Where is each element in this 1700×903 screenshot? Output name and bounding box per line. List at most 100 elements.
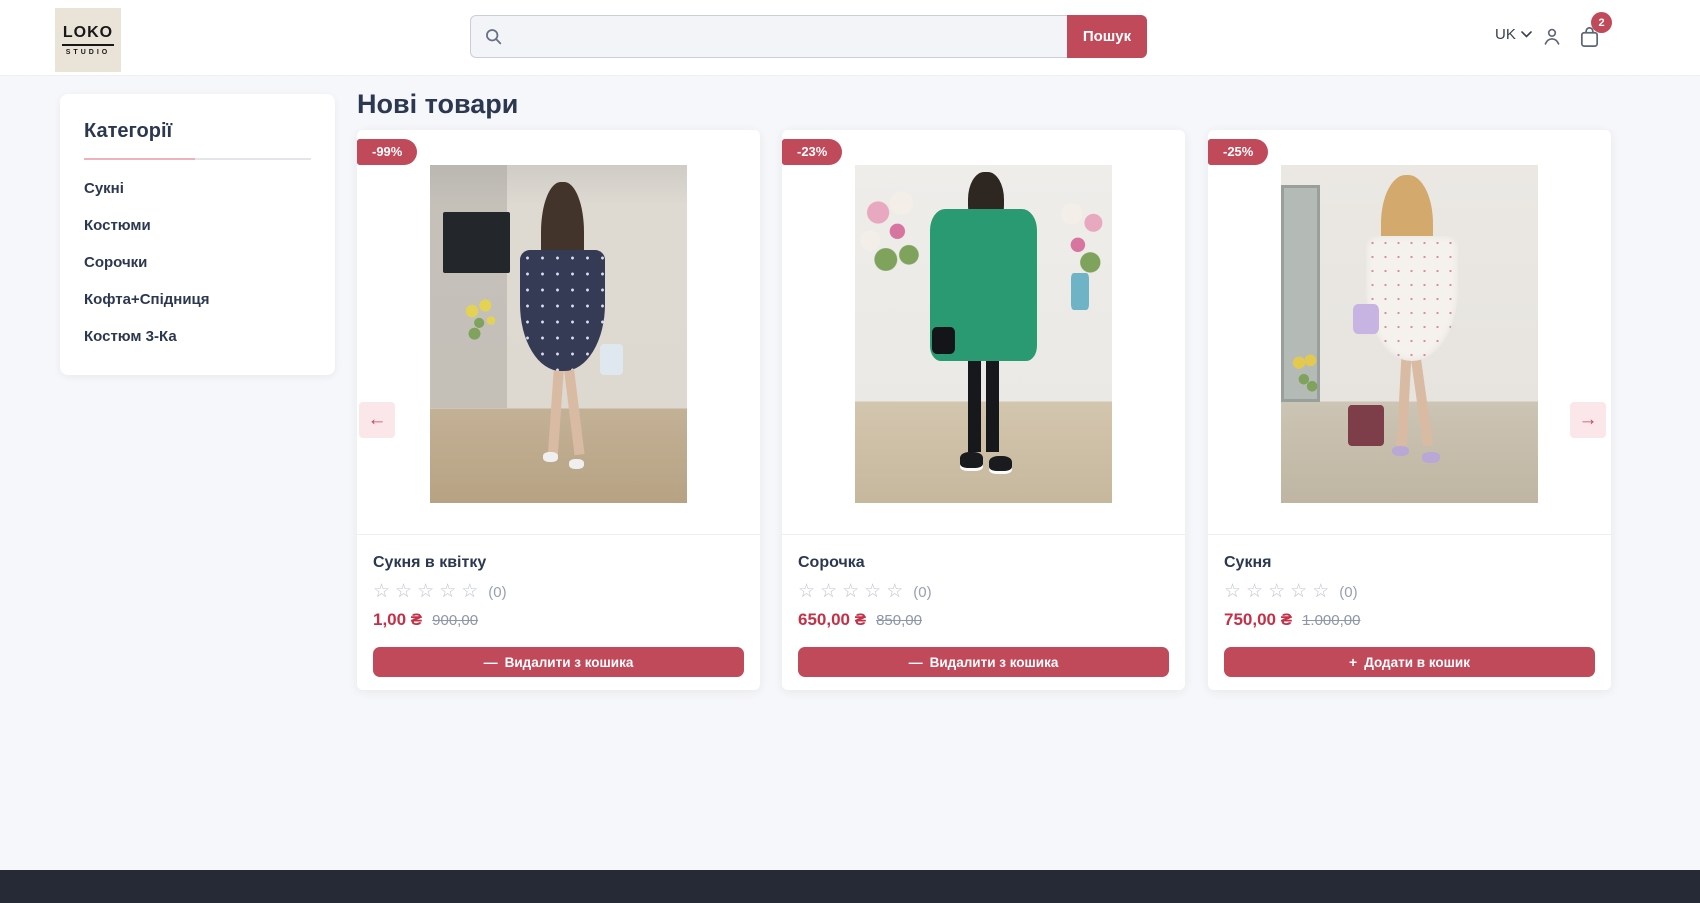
footer [0,870,1700,903]
star-icon[interactable]: ☆ [395,582,412,602]
sidebar-item-kofta-spidnytsia[interactable]: Кофта+Спідниця [84,292,311,308]
photo-shape [1422,452,1440,463]
cart-button-label: Видалити з кошика [930,655,1059,670]
product-card: -99% Сукня в квітку ☆ ☆ ☆ ☆ ☆ (0) 1,00 ₴… [357,130,760,690]
plus-icon: + [1349,655,1357,669]
photo-shape [569,459,584,469]
sidebar-item-sukni[interactable]: Сукні [84,181,311,197]
photo-shape [563,364,584,456]
star-icon[interactable]: ☆ [439,582,456,602]
logo-text: LOKO [62,24,114,46]
product-info: Сукня ☆ ☆ ☆ ☆ ☆ (0) 750,00 ₴ 1.000,00 [1224,550,1595,630]
carousel-prev-button[interactable]: ← [359,402,395,438]
product-card: -23% Сорочка ☆ ☆ ☆ ☆ ☆ (0) 650,00 ₴ 850,… [782,130,1185,690]
discount-badge: -23% [782,139,842,165]
star-icon[interactable]: ☆ [842,582,859,602]
discount-badge: -25% [1208,139,1268,165]
minus-icon: — [909,655,923,669]
search-button[interactable]: Пошук [1067,15,1147,58]
star-icon[interactable]: ☆ [1290,582,1307,602]
photo-shape [1397,357,1411,445]
product-title[interactable]: Сукня [1224,554,1595,572]
star-icon[interactable]: ☆ [1246,582,1263,602]
card-divider [357,534,760,535]
star-icon[interactable]: ☆ [1224,582,1241,602]
sidebar-item-kostiumy[interactable]: Костюми [84,218,311,234]
star-icon[interactable]: ☆ [820,582,837,602]
product-image[interactable] [1281,165,1538,503]
photo-shape [1411,357,1433,445]
categories-panel: Категорії Сукні Костюми Сорочки Кофта+Сп… [60,94,335,375]
cart-button-label: Додати в кошик [1364,655,1470,670]
remove-from-cart-button[interactable]: — Видалити з кошика [373,647,744,677]
card-divider [782,534,1185,535]
photo-shape [600,344,623,374]
header: LOKO STUDIO Пошук UK 2 [0,0,1700,76]
rating-count: (0) [913,584,931,601]
photo-shape [855,189,932,284]
rating-row: ☆ ☆ ☆ ☆ ☆ (0) [798,582,1169,602]
page-title: Нові товари [357,88,518,120]
sidebar-item-kostium-3ka[interactable]: Костюм 3-Ка [84,329,311,345]
rating-count: (0) [488,584,506,601]
star-icon[interactable]: ☆ [1268,582,1285,602]
arrow-right-icon: → [1579,409,1598,431]
search-input[interactable] [512,27,1055,46]
product-title[interactable]: Сукня в квітку [373,554,744,572]
sidebar-item-sorochky[interactable]: Сорочки [84,255,311,271]
photo-shape [960,452,983,467]
photo-shape [932,327,955,354]
photo-shape [1366,236,1459,361]
carousel-next-button[interactable]: → [1570,402,1606,438]
photo-shape [1050,192,1112,280]
card-divider [1208,534,1611,535]
photo-shape [1289,351,1322,398]
product-image[interactable] [855,165,1112,503]
rating-row: ☆ ☆ ☆ ☆ ☆ (0) [373,582,744,602]
star-icon[interactable]: ☆ [1312,582,1329,602]
price-row: 1,00 ₴ 900,00 [373,610,744,630]
search-input-wrap [470,15,1067,58]
photo-shape [463,297,499,344]
price-current: 1,00 ₴ [373,610,422,630]
remove-from-cart-button[interactable]: — Видалити з кошика [798,647,1169,677]
logo[interactable]: LOKO STUDIO [55,8,121,72]
price-current: 750,00 ₴ [1224,610,1292,630]
photo-shape [520,250,605,372]
star-icon[interactable]: ☆ [798,582,815,602]
price-old: 1.000,00 [1302,612,1360,629]
photo-shape [1071,273,1089,310]
search-icon [483,26,504,47]
product-title[interactable]: Сорочка [798,554,1169,572]
discount-badge: -99% [357,139,417,165]
account-button[interactable] [1541,26,1563,51]
star-icon[interactable]: ☆ [886,582,903,602]
cart-count-badge[interactable]: 2 [1591,12,1612,33]
price-old: 850,00 [876,612,922,629]
star-icon[interactable]: ☆ [417,582,434,602]
person-icon [1541,26,1563,48]
categories-title: Категорії [84,120,311,143]
star-icon[interactable]: ☆ [373,582,390,602]
minus-icon: — [484,655,498,669]
product-image[interactable] [430,165,687,503]
categories-divider [84,158,311,160]
cart-button-label: Видалити з кошика [505,655,634,670]
product-info: Сорочка ☆ ☆ ☆ ☆ ☆ (0) 650,00 ₴ 850,00 [798,550,1169,630]
search-bar: Пошук [470,15,1147,58]
price-old: 900,00 [432,612,478,629]
logo-subtext: STUDIO [66,49,110,56]
language-selector[interactable]: UK [1495,26,1532,43]
star-icon[interactable]: ☆ [864,582,881,602]
price-row: 750,00 ₴ 1.000,00 [1224,610,1595,630]
photo-shape [430,165,507,408]
photo-shape [989,456,1012,471]
product-card: -25% Сукня ☆ ☆ ☆ ☆ ☆ (0) 750,00 ₴ 1.000,… [1208,130,1611,690]
rating-row: ☆ ☆ ☆ ☆ ☆ (0) [1224,582,1595,602]
rating-count: (0) [1339,584,1357,601]
add-to-cart-button[interactable]: + Додати в кошик [1224,647,1595,677]
language-label: UK [1495,26,1516,43]
photo-shape [548,364,564,456]
star-icon[interactable]: ☆ [461,582,478,602]
price-current: 650,00 ₴ [798,610,866,630]
